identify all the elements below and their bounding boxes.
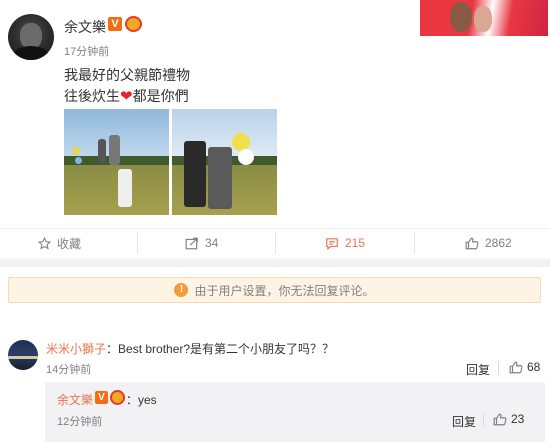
reply-restriction-notice: ! 由于用户设置，你无法回复评论。 xyxy=(8,277,541,303)
author-avatar[interactable] xyxy=(8,14,54,60)
vip-badge-icon xyxy=(110,390,125,405)
reply-reply-button[interactable]: 回复 xyxy=(452,413,476,430)
thumbs-up-icon xyxy=(509,361,523,374)
post-text-part: 往後炊生 xyxy=(64,88,120,104)
warning-icon: ! xyxy=(174,283,189,297)
post-timestamp[interactable]: 17分钟前 xyxy=(64,43,109,59)
post-text-line-1: 我最好的父親節禮物 xyxy=(64,67,190,83)
header-banner-image xyxy=(420,0,548,36)
verified-badge-icon: V xyxy=(108,17,122,31)
post-photo-2[interactable] xyxy=(172,109,277,215)
reply-like-button[interactable]: 23 xyxy=(493,412,524,426)
like-count: 2862 xyxy=(485,236,512,250)
vip-badge-icon xyxy=(125,16,142,32)
thumbs-up-icon xyxy=(493,413,507,426)
divider xyxy=(414,232,415,254)
divider xyxy=(137,232,138,254)
post-photo-1[interactable] xyxy=(64,109,169,215)
comment-like-count: 68 xyxy=(527,360,541,374)
comment-reply-button[interactable]: 回复 xyxy=(466,361,490,378)
verified-badge-icon: V xyxy=(95,391,108,404)
divider xyxy=(483,413,484,427)
star-icon xyxy=(38,236,51,250)
heart-icon: ❤ xyxy=(120,88,133,105)
divider xyxy=(275,232,276,254)
post-text-line-2: 往後炊生❤都是你們 xyxy=(64,86,189,106)
repost-count: 34 xyxy=(205,236,219,250)
thumbs-up-icon xyxy=(465,237,479,250)
reply-like-count: 23 xyxy=(511,412,525,426)
favorite-label: 收藏 xyxy=(57,236,82,251)
comment-text: ：Best brother?是有第二个小朋友了吗？？ xyxy=(106,342,335,356)
comment-timestamp: 14分钟前 xyxy=(46,364,92,376)
comment-button[interactable]: 215 xyxy=(325,234,365,252)
reply-text: ：yes xyxy=(126,393,157,407)
like-button[interactable]: 2862 xyxy=(465,234,512,252)
comment-icon xyxy=(325,237,339,250)
comment-like-button[interactable]: 68 xyxy=(509,360,540,374)
reply-author-name[interactable]: 余文樂 xyxy=(57,391,93,408)
commenter-name[interactable]: 米米小獅子 xyxy=(46,342,106,356)
comment-count: 215 xyxy=(345,236,366,250)
notice-text: 由于用户设置，你无法回复评论。 xyxy=(194,283,375,298)
repost-icon xyxy=(185,237,199,250)
author-name[interactable]: 余文樂 xyxy=(64,17,106,37)
section-divider xyxy=(0,259,550,267)
commenter-avatar[interactable] xyxy=(8,340,38,370)
divider xyxy=(0,228,550,229)
post-text-part: 都是你們 xyxy=(132,88,189,104)
divider xyxy=(498,361,499,375)
reply-timestamp: 12分钟前 xyxy=(57,416,103,428)
comment-body: 米米小獅子：Best brother?是有第二个小朋友了吗？？ xyxy=(46,340,334,357)
favorite-button[interactable]: 收藏 xyxy=(38,234,81,252)
repost-button[interactable]: 34 xyxy=(185,234,218,252)
